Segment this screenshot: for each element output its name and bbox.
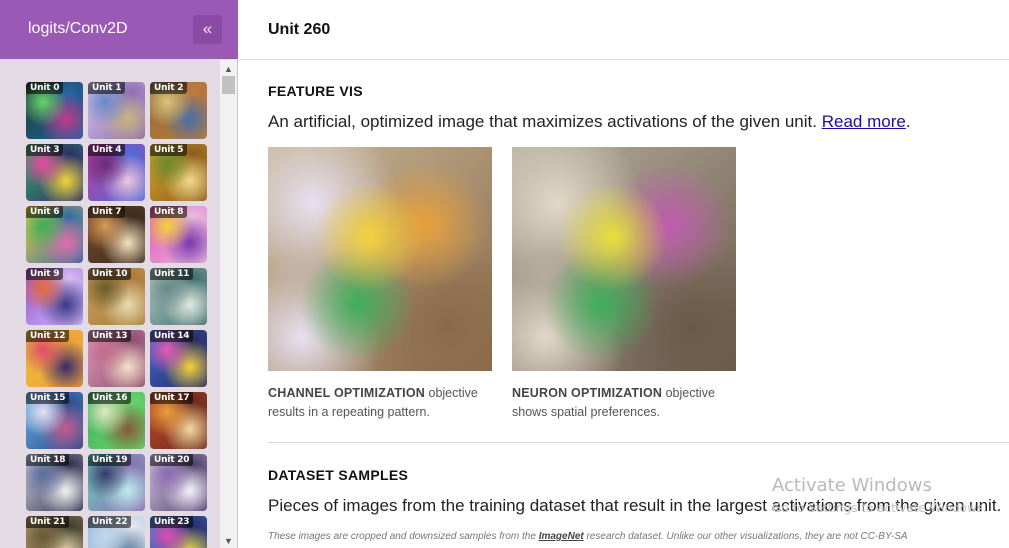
unit-tile[interactable]: Unit 11 [150,268,207,325]
feature-vis-description: An artificial, optimized image that maxi… [268,112,911,132]
unit-tile-label: Unit 18 [26,454,70,466]
unit-tile-label: Unit 8 [150,206,188,218]
unit-tile[interactable]: Unit 2 [150,82,207,139]
unit-tile[interactable]: Unit 7 [88,206,145,263]
description-period: . [905,112,911,131]
dataset-samples-heading: DATASET SAMPLES [268,467,409,483]
unit-grid: Unit 0 Unit 1 Unit 2 Unit 3 Unit 4 Unit 5 Unit… [26,82,211,548]
unit-tile-label: Unit 3 [26,144,64,156]
feature-vis-heading: FEATURE VIS [268,83,363,99]
scroll-thumb[interactable] [222,76,235,94]
unit-tile-label: Unit 16 [88,392,132,404]
unit-tile[interactable]: Unit 3 [26,144,83,201]
unit-tile[interactable]: Unit 21 [26,516,83,548]
unit-tile-label: Unit 23 [150,516,194,528]
dataset-note-suffix: research dataset. Unlike our other visua… [583,531,908,542]
unit-tile[interactable]: Unit 16 [88,392,145,449]
neuron-caption-bold: NEURON OPTIMIZATION [512,386,663,400]
channel-caption-line1: objective [425,386,478,400]
unit-tile-label: Unit 14 [150,330,194,342]
unit-tile[interactable]: Unit 15 [26,392,83,449]
scroll-up-arrow-icon[interactable]: ▲ [220,62,237,76]
unit-tile-label: Unit 1 [88,82,126,94]
main-header: Unit 260 [239,0,1009,60]
read-more-link[interactable]: Read more [822,112,906,131]
feature-vis-description-text: An artificial, optimized image that maxi… [268,112,817,131]
unit-tile[interactable]: Unit 5 [150,144,207,201]
unit-tile[interactable]: Unit 4 [88,144,145,201]
unit-tile[interactable]: Unit 12 [26,330,83,387]
unit-tile[interactable]: Unit 22 [88,516,145,548]
unit-tile[interactable]: Unit 1 [88,82,145,139]
unit-tile[interactable]: Unit 20 [150,454,207,511]
unit-tile-label: Unit 13 [88,330,132,342]
unit-tile-label: Unit 6 [26,206,64,218]
dataset-note: These images are cropped and downsized s… [268,531,908,542]
unit-tile-label: Unit 15 [26,392,70,404]
channel-caption: CHANNEL OPTIMIZATION objective results i… [268,384,493,422]
unit-tile-label: Unit 9 [26,268,64,280]
unit-tile-label: Unit 10 [88,268,132,280]
unit-tile[interactable]: Unit 0 [26,82,83,139]
unit-tile[interactable]: Unit 6 [26,206,83,263]
activate-windows-watermark: Activate Windows [772,475,932,496]
unit-tile[interactable]: Unit 14 [150,330,207,387]
scroll-down-arrow-icon[interactable]: ▼ [220,534,237,548]
neuron-caption-line1: objective [662,386,715,400]
unit-tile[interactable]: Unit 18 [26,454,83,511]
unit-tile-label: Unit 20 [150,454,194,466]
unit-tile-label: Unit 21 [26,516,70,528]
double-chevron-left-icon: « [202,19,213,38]
unit-tile-label: Unit 17 [150,392,194,404]
unit-tile-label: Unit 5 [150,144,188,156]
collapse-sidebar-button[interactable]: « [193,15,222,44]
dataset-note-prefix: These images are cropped and downsized s… [268,531,539,542]
sidebar-header: logits/Conv2D « [0,0,238,59]
neuron-caption-line2: shows spatial preferences. [512,405,660,419]
sidebar-scrollbar[interactable]: ▲ ▼ [220,60,237,548]
activate-windows-subtext: Go to Settings to activate Windows. [772,501,987,515]
neuron-caption: NEURON OPTIMIZATION objective shows spat… [512,384,737,422]
unit-tile[interactable]: Unit 8 [150,206,207,263]
unit-tile-label: Unit 12 [26,330,70,342]
unit-tile-label: Unit 19 [88,454,132,466]
unit-tile-label: Unit 22 [88,516,132,528]
unit-tile-label: Unit 4 [88,144,126,156]
channel-optimization-image [268,147,492,371]
channel-caption-bold: CHANNEL OPTIMIZATION [268,386,426,400]
unit-tile[interactable]: Unit 23 [150,516,207,548]
unit-tile[interactable]: Unit 17 [150,392,207,449]
imagenet-link[interactable]: ImageNet [539,531,584,542]
unit-tile[interactable]: Unit 10 [88,268,145,325]
unit-tile[interactable]: Unit 19 [88,454,145,511]
sidebar: logits/Conv2D « Unit 0 Unit 1 Unit 2 Unit 3… [0,0,238,548]
layer-name: logits/Conv2D [28,20,128,37]
unit-tile-label: Unit 11 [150,268,194,280]
section-divider [268,442,1009,443]
unit-tile[interactable]: Unit 9 [26,268,83,325]
neuron-optimization-image [512,147,736,371]
unit-tile-label: Unit 0 [26,82,64,94]
unit-tile[interactable]: Unit 13 [88,330,145,387]
page-title: Unit 260 [268,21,331,38]
unit-tile-label: Unit 2 [150,82,188,94]
unit-tile-label: Unit 7 [88,206,126,218]
channel-caption-line2: results in a repeating pattern. [268,405,430,419]
